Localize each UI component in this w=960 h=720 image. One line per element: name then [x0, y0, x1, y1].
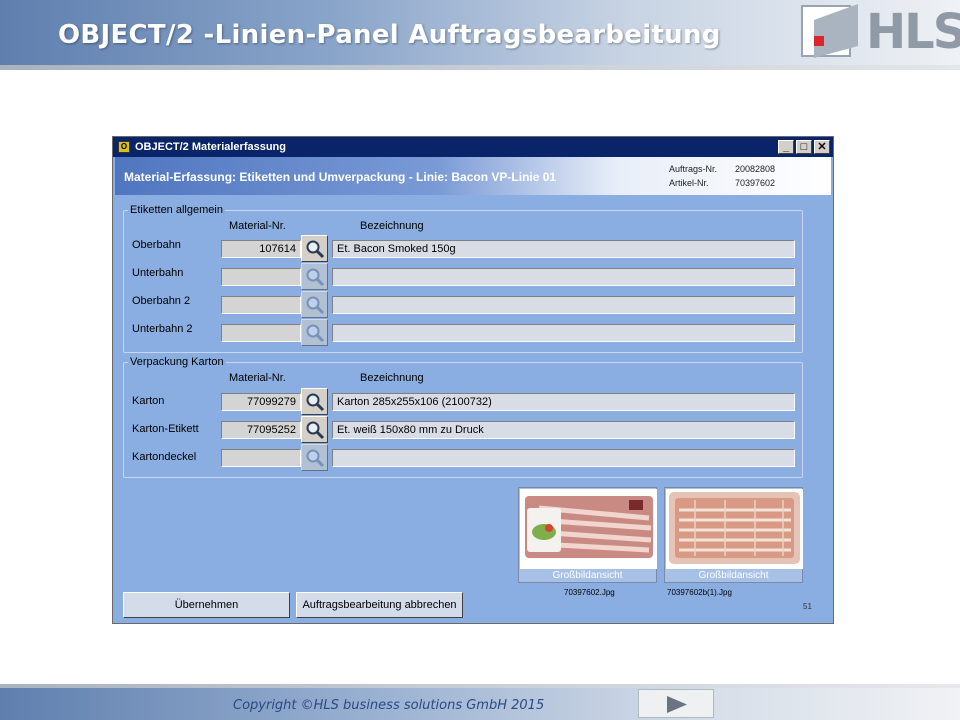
lookup-button-kartondeckel[interactable]	[301, 444, 328, 471]
search-icon	[306, 324, 325, 343]
auftrag-value: 20082808	[735, 164, 776, 174]
copyright-text: Copyright ©HLS business solutions GmbH 2…	[233, 698, 545, 713]
hls-logo-text: HLS	[866, 4, 960, 60]
slide-footer: Copyright ©HLS business solutions GmbH 2…	[0, 684, 960, 720]
description-field-oberbahn[interactable]: Et. Bacon Smoked 150g	[332, 240, 795, 258]
hls-logo: HLS	[800, 2, 960, 62]
artikel-value: 70397602	[735, 178, 776, 188]
window-titlebar[interactable]: O OBJECT/2 Materialerfassung _ □ ✕	[113, 137, 833, 157]
material-input-unterbahn[interactable]	[221, 268, 301, 286]
group-title-etiketten: Etiketten allgemein	[128, 204, 225, 216]
accept-button[interactable]: Übernehmen	[123, 592, 290, 618]
search-icon	[306, 296, 325, 315]
material-input-kartondeckel[interactable]	[221, 449, 301, 467]
search-icon	[306, 421, 325, 440]
search-icon	[306, 268, 325, 287]
group-verpackung: Verpackung Karton Material-Nr. Bezeichnu…	[123, 356, 803, 478]
material-input-karton[interactable]: 77099279	[221, 393, 301, 411]
column-header-bezeichnung: Bezeichnung	[360, 372, 424, 384]
play-arrow-icon	[667, 696, 687, 713]
lookup-button-karton-etikett[interactable]	[301, 416, 328, 443]
label-oberbahn: Oberbahn	[132, 239, 181, 251]
slide-header: OBJECT/2 -Linien-Panel Auftragsbearbeitu…	[0, 0, 960, 70]
cancel-order-button[interactable]: Auftragsbearbeitung abbrechen	[296, 592, 463, 618]
lookup-button-oberbahn[interactable]	[301, 235, 328, 262]
close-button[interactable]: ✕	[814, 140, 830, 154]
bacon-package-image	[666, 489, 803, 569]
column-header-bezeichnung: Bezeichnung	[360, 220, 424, 232]
window-title: OBJECT/2 Materialerfassung	[135, 141, 286, 153]
minimize-button[interactable]: _	[778, 140, 794, 154]
app-window: O OBJECT/2 Materialerfassung _ □ ✕ Mater…	[112, 136, 834, 624]
slide-title: OBJECT/2 -Linien-Panel Auftragsbearbeitu…	[58, 20, 721, 50]
auftrag-label: Auftrags-Nr.	[669, 164, 718, 174]
description-field-karton[interactable]: Karton 285x255x106 (2100732)	[332, 393, 795, 411]
description-field-unterbahn[interactable]	[332, 268, 795, 286]
search-icon	[306, 393, 325, 412]
label-karton-etikett: Karton-Etikett	[132, 423, 199, 435]
image-filename-2: 70397602b(1).Jpg	[667, 588, 732, 597]
label-kartondeckel: Kartondeckel	[132, 451, 197, 463]
material-input-oberbahn[interactable]: 107614	[221, 240, 301, 258]
description-field-oberbahn-2[interactable]	[332, 296, 795, 314]
label-unterbahn-2: Unterbahn 2	[132, 323, 193, 335]
image-caption-1[interactable]: Großbildansicht	[519, 570, 656, 581]
label-karton: Karton	[132, 395, 165, 407]
description-field-karton-etikett[interactable]: Et. weiß 150x80 mm zu Druck	[332, 421, 795, 439]
next-slide-button[interactable]	[638, 689, 714, 718]
artikel-label: Artikel-Nr.	[669, 178, 709, 188]
description-field-kartondeckel[interactable]	[332, 449, 795, 467]
search-icon	[306, 240, 325, 259]
material-input-unterbahn-2[interactable]	[221, 324, 301, 342]
material-input-karton-etikett[interactable]: 77095252	[221, 421, 301, 439]
search-icon	[306, 449, 325, 468]
info-banner: Material-Erfassung: Etiketten und Umverp…	[115, 157, 831, 195]
group-etiketten: Etiketten allgemein Material-Nr. Bezeich…	[123, 204, 803, 353]
label-unterbahn: Unterbahn	[132, 267, 184, 279]
maximize-button[interactable]: □	[796, 140, 812, 154]
hls-logo-mark-icon	[801, 4, 858, 58]
label-oberbahn-2: Oberbahn 2	[132, 295, 191, 307]
description-field-unterbahn-2[interactable]	[332, 324, 795, 342]
lookup-button-unterbahn[interactable]	[301, 263, 328, 290]
lookup-button-unterbahn-2[interactable]	[301, 319, 328, 346]
product-image-1[interactable]: Großbildansicht	[518, 487, 657, 583]
column-header-material: Material-Nr.	[229, 220, 286, 232]
material-input-oberbahn-2[interactable]	[221, 296, 301, 314]
group-title-verpackung: Verpackung Karton	[128, 356, 226, 368]
lookup-button-karton[interactable]	[301, 388, 328, 415]
banner-heading: Material-Erfassung: Etiketten und Umverp…	[124, 170, 557, 184]
bacon-package-image	[520, 489, 657, 569]
image-filename-1: 70397602.Jpg	[564, 588, 615, 597]
column-header-material: Material-Nr.	[229, 372, 286, 384]
lookup-button-oberbahn-2[interactable]	[301, 291, 328, 318]
image-caption-2[interactable]: Großbildansicht	[665, 570, 802, 581]
page-number: 51	[803, 602, 812, 611]
app-icon: O	[118, 141, 130, 153]
product-image-2[interactable]: Großbildansicht	[664, 487, 803, 583]
